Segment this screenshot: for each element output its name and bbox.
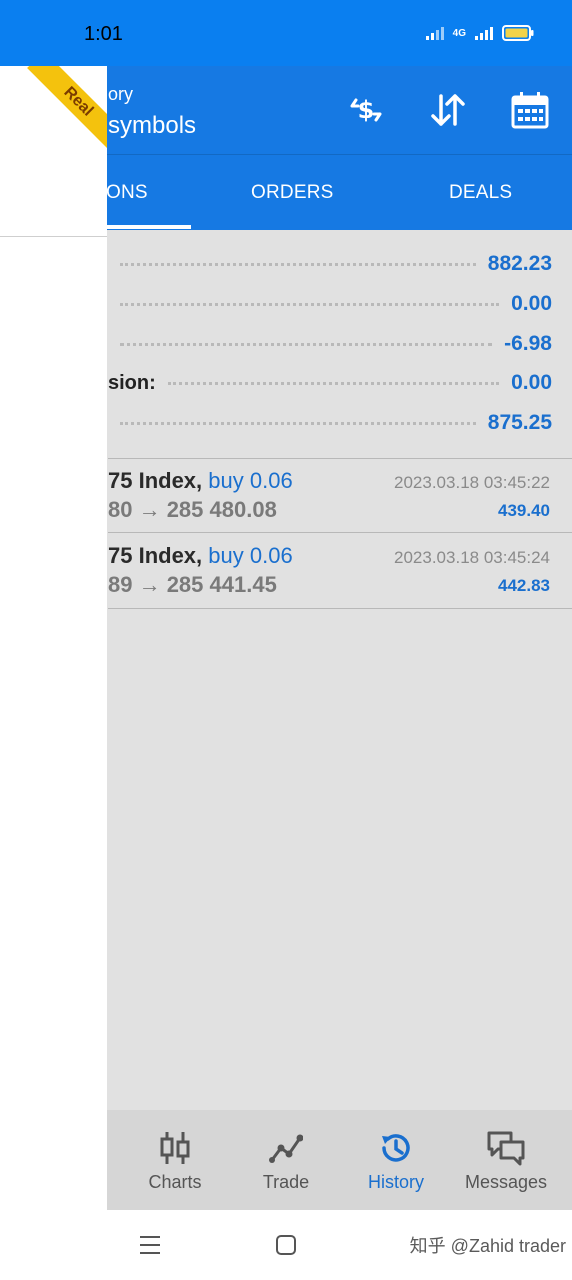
nav-history[interactable]: History — [346, 1130, 446, 1193]
tab-positions[interactable]: ONS — [106, 182, 148, 204]
nav-trade[interactable]: Trade — [236, 1130, 336, 1193]
candlestick-icon — [160, 1132, 190, 1164]
real-account-ribbon: Real — [27, 66, 107, 153]
summary-value: 875.25 — [487, 411, 552, 434]
currency-exchange-icon: $ — [350, 96, 382, 124]
tab-deals[interactable]: DEALS — [449, 182, 512, 204]
network-type: 4G — [452, 27, 466, 39]
header-title[interactable]: symbols — [108, 112, 196, 140]
watermark: 知乎 @Zahid trader — [409, 1236, 566, 1256]
deal-price: 89 → 285 441.45 — [108, 572, 277, 597]
deal-time: 2023.03.18 03:45:22 — [394, 473, 550, 492]
history-clock-icon — [382, 1134, 410, 1162]
battery-icon — [502, 25, 534, 41]
home-button[interactable] — [275, 1234, 297, 1261]
leader-dots — [120, 342, 493, 346]
deal-row[interactable]: 75 Index, buy 0.06 89 → 285 441.45 2023.… — [108, 534, 572, 609]
tab-orders[interactable]: ORDERS — [251, 182, 334, 204]
deal-side: buy 0.06 — [208, 543, 293, 568]
deal-symbol: 75 Index, buy 0.06 — [108, 468, 293, 494]
deal-price: 80 → 285 480.08 — [108, 497, 277, 522]
nav-messages[interactable]: Messages — [456, 1130, 556, 1193]
sort-button[interactable] — [424, 86, 472, 134]
messages-icon — [487, 1131, 525, 1166]
nav-label: Messages — [464, 1172, 548, 1192]
header-subtitle: ory — [108, 84, 134, 104]
menu-icon — [140, 1236, 160, 1254]
deal-symbol-name: 75 Index, — [108, 468, 203, 493]
calendar-button[interactable] — [506, 86, 554, 134]
signal-icon — [425, 27, 444, 40]
trade-line-icon — [269, 1134, 303, 1163]
summary-value: -6.98 — [504, 332, 552, 355]
summary-value: 0.00 — [511, 292, 552, 315]
summary-row: 875.25 — [108, 410, 552, 436]
currency-exchange-button[interactable]: $ — [342, 86, 390, 134]
drawer-divider — [0, 236, 107, 237]
home-square-icon — [276, 1235, 296, 1255]
deal-symbol-name: 75 Index, — [108, 543, 203, 568]
summary-value: 0.00 — [511, 371, 552, 394]
summary-row: -6.98 — [108, 331, 552, 357]
nav-label: History — [367, 1172, 424, 1192]
leader-dots — [120, 302, 500, 306]
deal-symbol: 75 Index, buy 0.06 — [108, 543, 293, 569]
real-badge-clip: Real — [0, 66, 107, 166]
summary-row: sion: 0.00 — [108, 370, 552, 396]
summary-row: 882.23 — [108, 251, 552, 277]
leader-dots — [120, 262, 476, 266]
deal-side: buy 0.06 — [208, 468, 293, 493]
svg-text:$: $ — [358, 96, 375, 124]
summary-value: 882.23 — [487, 252, 552, 275]
status-time: 1:01 — [84, 23, 123, 45]
summary-row: 0.00 — [108, 291, 552, 317]
nav-label: Trade — [262, 1172, 310, 1192]
leader-dots — [120, 421, 476, 425]
deal-time: 2023.03.18 03:45:24 — [394, 548, 550, 567]
side-drawer[interactable] — [0, 66, 107, 1210]
deal-profit: 439.40 — [498, 501, 550, 520]
nav-label: Charts — [148, 1172, 202, 1192]
leader-dots — [167, 381, 500, 385]
nav-charts[interactable]: Charts — [125, 1130, 225, 1193]
deal-row[interactable]: 75 Index, buy 0.06 80 → 285 480.08 2023.… — [108, 458, 572, 533]
calendar-icon — [511, 92, 549, 129]
summary-label: sion: — [108, 371, 156, 394]
signal-icon-2 — [475, 27, 493, 40]
status-icons: 4G — [425, 25, 534, 41]
deal-profit: 442.83 — [498, 576, 550, 595]
sort-arrows-icon — [431, 94, 465, 126]
menu-button[interactable] — [138, 1234, 162, 1261]
